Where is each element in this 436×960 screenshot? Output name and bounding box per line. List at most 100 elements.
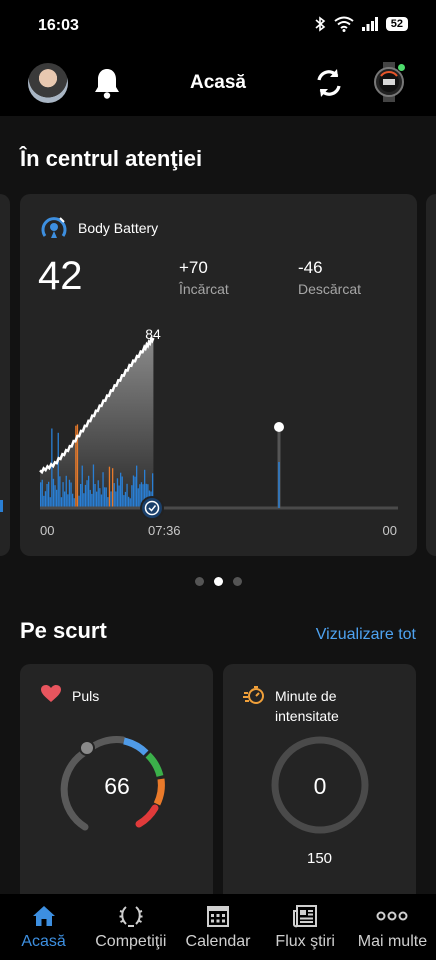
- stress-bar: [52, 478, 55, 508]
- stress-bar: [100, 494, 103, 508]
- pager-dot-2[interactable]: [213, 577, 223, 586]
- stress-bar: [68, 479, 71, 508]
- stress-bar: [110, 491, 112, 508]
- nav-label-home: Acasă: [21, 933, 66, 950]
- heart-rate-card[interactable]: Puls 66: [20, 664, 213, 894]
- stress-bar: [134, 476, 136, 508]
- pager-dot-1[interactable]: [194, 577, 204, 586]
- carousel-pager[interactable]: [0, 577, 436, 586]
- stress-bar: [62, 482, 64, 508]
- stress-bar: [86, 480, 88, 508]
- stress-bar: [118, 485, 120, 508]
- view-all-link[interactable]: Vizualizare tot: [316, 626, 416, 644]
- body-battery-card[interactable]: Body Battery 42 +70 Încărcat -46 Descărc…: [20, 194, 417, 556]
- nav-item-calendar[interactable]: Calendar: [174, 894, 261, 960]
- stress-bar: [83, 493, 85, 508]
- nav-label-calendar: Calendar: [185, 933, 251, 950]
- spotlight-card-next[interactable]: [426, 194, 436, 556]
- stress-bar: [126, 483, 128, 508]
- stress-bar: [72, 493, 74, 508]
- status-bar: 16:03 52: [0, 0, 436, 50]
- wake-time-marker[interactable]: [140, 496, 164, 520]
- nav-item-home[interactable]: Acasă: [0, 894, 87, 960]
- stress-bar: [56, 489, 58, 508]
- stress-bar: [92, 464, 95, 508]
- stress-bar: [120, 472, 122, 508]
- brief-title: Pe scurt: [20, 618, 107, 643]
- intensity-minutes-goal: 150: [306, 850, 333, 867]
- wifi-icon: [334, 16, 354, 32]
- status-time: 16:03: [38, 17, 79, 34]
- stress-bar: [60, 497, 63, 508]
- intensity-minutes-card[interactable]: Minute de intensitate 0 150: [223, 664, 416, 894]
- stress-bar: [131, 485, 133, 508]
- spotlight-title: În centrul atenţiei: [20, 146, 203, 171]
- calendar-icon: [207, 906, 229, 927]
- pager-dot-3[interactable]: [232, 577, 242, 586]
- previous-card-chart-edge: [0, 500, 3, 512]
- heart-rate-gauge: 66: [60, 736, 165, 831]
- stress-bar: [94, 484, 96, 508]
- app-header: Acasă: [0, 50, 436, 116]
- stress-bar: [112, 468, 114, 508]
- stress-bar: [132, 475, 135, 508]
- bottom-nav: Acasă Competiţii Calendar Flux ştiri Mai…: [0, 894, 436, 960]
- connection-status-dot: [397, 63, 406, 72]
- body-battery-chart: 84 00 07:36 00: [39, 326, 398, 538]
- main-content[interactable]: În centrul atenţiei Body Battery 42 +70 …: [0, 116, 436, 894]
- status-icons: 52: [314, 16, 408, 32]
- stress-bar: [78, 495, 80, 508]
- stress-bar: [65, 475, 67, 508]
- stress-bar: [43, 495, 45, 508]
- peak-label: 84: [145, 326, 161, 342]
- stress-bar: [44, 491, 47, 508]
- stress-bar: [91, 493, 93, 508]
- stress-bar: [84, 484, 87, 508]
- stress-bar: [41, 479, 43, 508]
- stress-bar: [104, 487, 106, 508]
- page-title: Acasă: [190, 72, 246, 93]
- stress-bar: [80, 484, 82, 508]
- heart-rate-value: 66: [104, 773, 130, 799]
- stress-bar: [116, 478, 119, 508]
- stress-bar: [81, 465, 83, 508]
- stress-bar: [67, 494, 69, 508]
- stress-bar: [128, 496, 130, 508]
- stress-bar: [136, 465, 138, 508]
- nav-label-newsfeed: Flux ştiri: [275, 933, 335, 950]
- nav-item-more[interactable]: Mai multe: [349, 894, 436, 960]
- stress-bar: [108, 466, 111, 508]
- stress-bar: [51, 428, 53, 508]
- laurel-icon: [119, 906, 143, 927]
- stress-bar: [113, 483, 115, 508]
- nav-item-newsfeed[interactable]: Flux ştiri: [262, 894, 349, 960]
- stress-bar: [88, 475, 90, 508]
- nav-label-more: Mai multe: [357, 933, 428, 950]
- stress-bar: [123, 495, 125, 508]
- x-tick-wake: 07:36: [148, 523, 181, 538]
- bluetooth-icon: [315, 16, 326, 32]
- stress-bar: [124, 491, 127, 508]
- home-icon: [32, 906, 55, 926]
- stress-bar: [99, 488, 101, 508]
- nav-label-competitions: Competiţii: [95, 933, 167, 950]
- signal-icon: [361, 17, 378, 31]
- x-tick-start: 00: [40, 523, 54, 538]
- more-icon: [376, 911, 408, 921]
- stress-bar: [49, 497, 51, 508]
- stress-bar: [96, 491, 98, 508]
- stress-bar: [89, 489, 91, 508]
- stress-bar: [46, 484, 48, 508]
- battery-indicator: 52: [385, 17, 408, 31]
- stress-bar: [70, 482, 72, 508]
- stress-bar: [48, 481, 50, 508]
- stress-bar: [115, 491, 117, 508]
- stress-bar: [97, 480, 99, 508]
- x-tick-end: 00: [383, 523, 397, 538]
- stress-bar: [107, 497, 109, 508]
- nav-item-competitions[interactable]: Competiţii: [87, 894, 174, 960]
- stress-bar: [102, 472, 104, 508]
- sync-icon[interactable]: [311, 65, 347, 101]
- stress-bar: [105, 487, 107, 508]
- current-value-point: [274, 422, 284, 432]
